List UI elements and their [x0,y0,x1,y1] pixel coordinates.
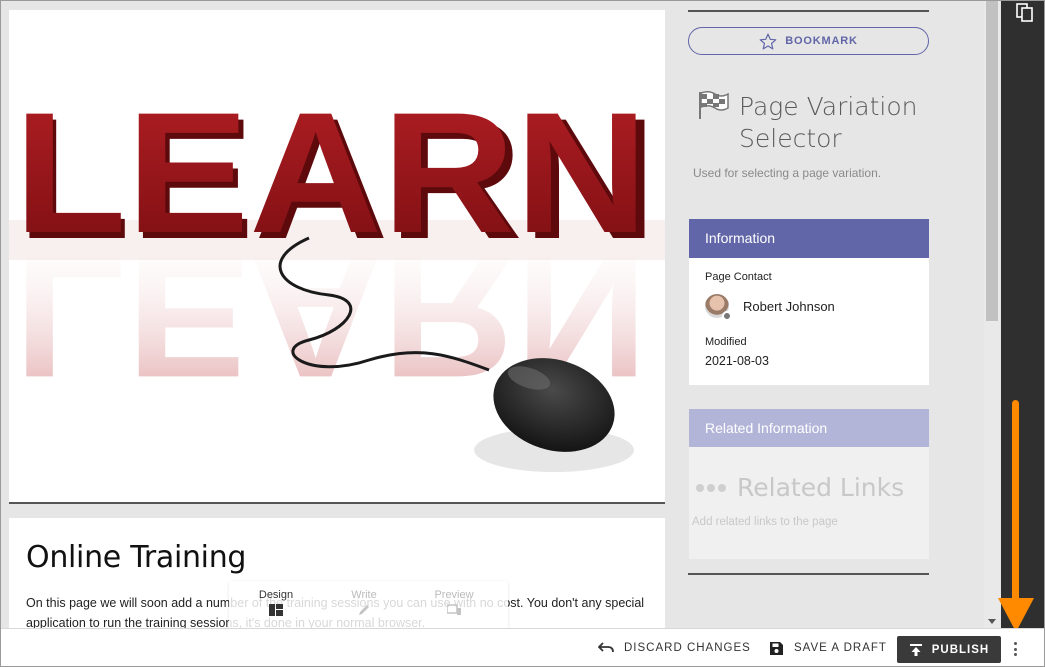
vertical-scrollbar[interactable] [984,1,1000,628]
information-heading[interactable]: Information [689,219,929,258]
layout-icon [269,604,283,616]
modified-label: Modified [705,336,747,348]
related-links-description: Add related links to the page [692,516,838,528]
avatar [705,294,732,321]
block-title: Page Variation Selector [739,92,918,153]
design-view-button[interactable]: Design [241,589,311,616]
preview-view-button[interactable]: Preview [419,589,489,616]
pencil-icon [359,605,369,615]
write-view-button[interactable]: Write [329,589,399,616]
star-icon [759,33,777,49]
view-mode-toolbar: Design Write Preview [229,581,508,628]
save-icon [770,641,783,655]
related-information-heading[interactable]: Related Information [689,409,929,447]
block-description: Used for selecting a page variation. [693,166,882,180]
annotation-arrow-head [998,598,1034,632]
publish-label: PUBLISH [931,643,990,656]
more-options-icon[interactable] [1009,639,1021,659]
more-dots-icon [696,483,726,492]
bookmark-label: BOOKMARK [785,35,858,47]
related-links-title[interactable]: Related Links [696,473,904,502]
bookmark-button[interactable]: BOOKMARK [688,27,929,55]
annotation-arrow-shaft [1012,400,1019,605]
preview-view-label: Preview [434,589,474,601]
publish-button[interactable]: PUBLISH [897,636,1001,663]
devices-icon [447,604,461,615]
sidebar-top-divider [688,10,929,12]
learn-mouse-illustration: LEARN LEARN LEARN [9,10,665,502]
upload-icon [909,643,922,656]
page-contact-label: Page Contact [705,271,772,283]
write-view-label: Write [351,589,377,601]
contact-name: Robert Johnson [743,298,835,314]
right-tool-rail [1001,1,1044,628]
save-draft-label: SAVE A DRAFT [794,642,887,654]
remove-contact-icon[interactable] [722,311,732,321]
properties-sidebar: BOOKMARK Page Variation Selector Used fo… [688,1,930,628]
copy-icon[interactable] [1016,3,1034,23]
page-contact[interactable]: Robert Johnson [705,292,913,321]
hero-image: LEARN LEARN LEARN [9,10,665,504]
undo-icon [598,642,614,653]
scrollbar-thumb[interactable] [986,1,998,321]
publish-action-bar: DISCARD CHANGES SAVE A DRAFT PUBLISH [1,628,1044,666]
modified-date: 2021-08-03 [705,354,769,368]
scroll-down-arrow-icon[interactable] [988,619,996,624]
sidebar-bottom-divider [688,573,929,575]
related-links-label: Related Links [737,473,905,502]
article-title: Online Training [26,540,247,575]
discard-changes-button[interactable]: DISCARD CHANGES [598,629,751,667]
information-card: Information Page Contact Robert Johnson … [689,219,929,385]
discard-changes-label: DISCARD CHANGES [624,642,751,654]
design-view-label: Design [258,589,294,601]
save-draft-button[interactable]: SAVE A DRAFT [769,629,887,667]
checkered-flag-icon [699,90,729,119]
